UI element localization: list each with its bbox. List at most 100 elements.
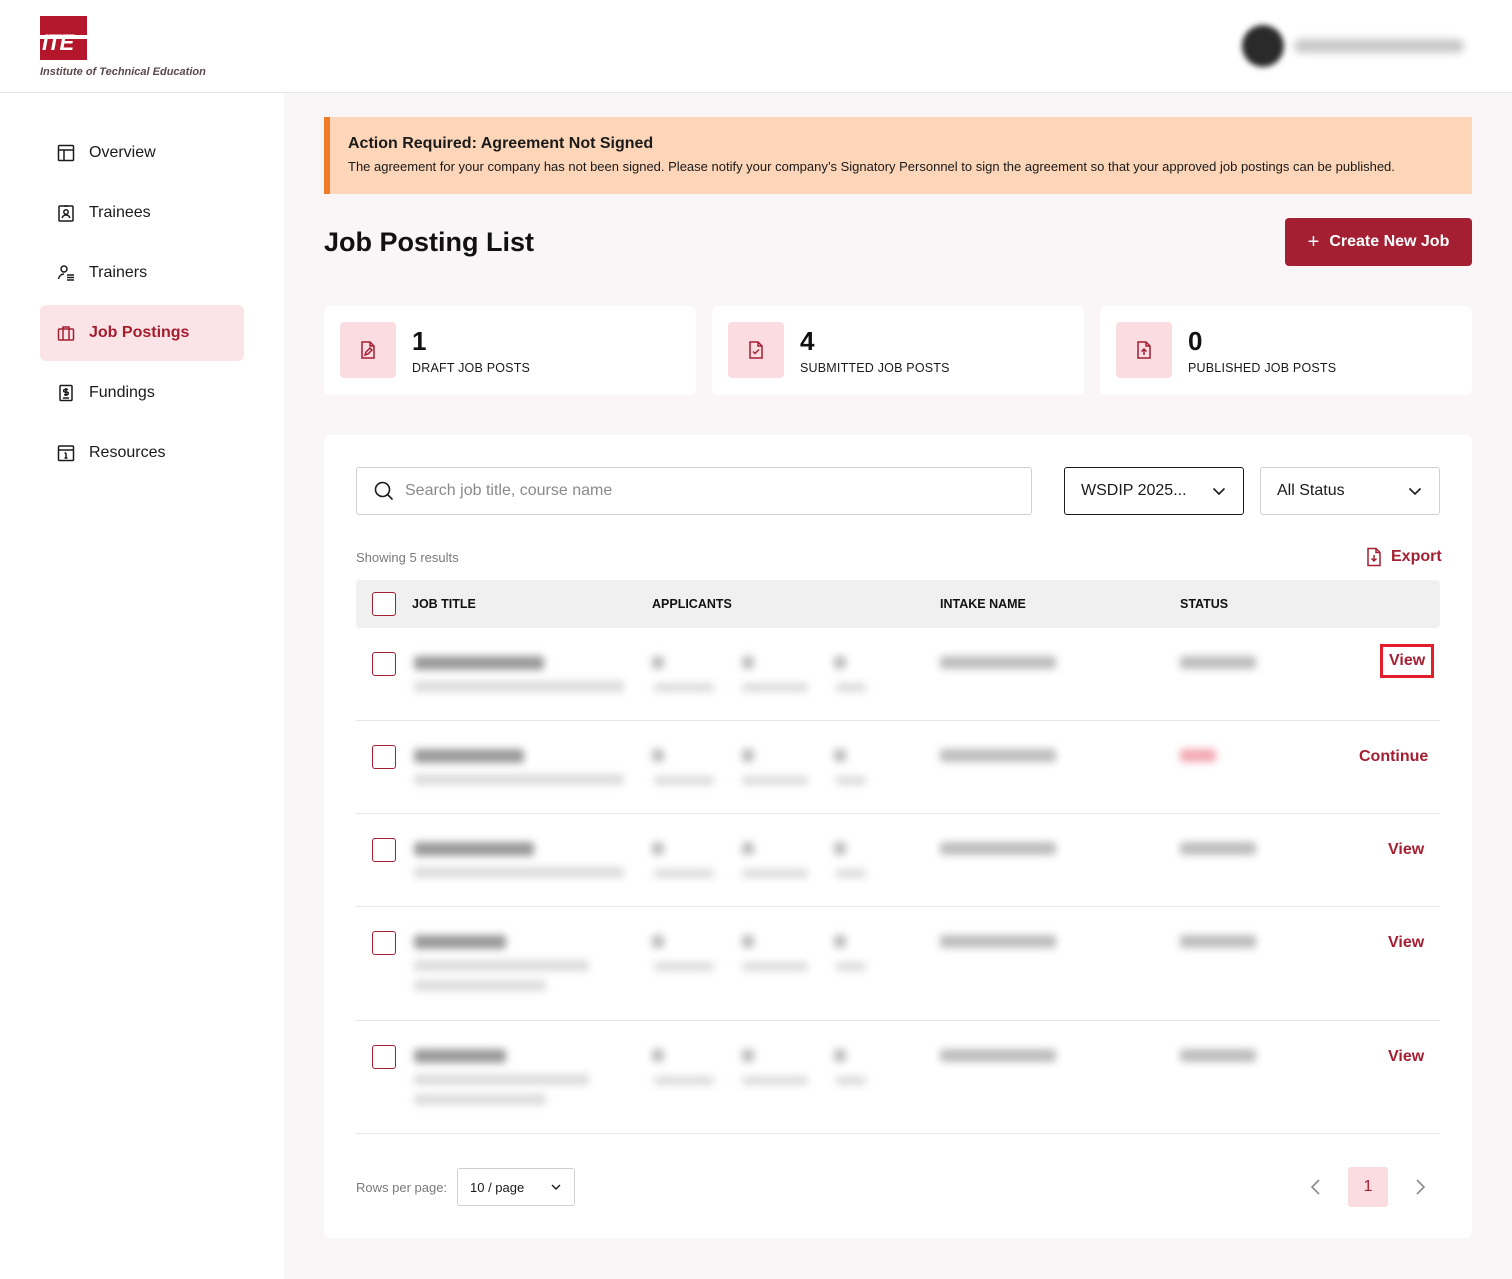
agreement-alert: Action Required: Agreement Not Signed Th…: [324, 117, 1472, 194]
chevron-down-icon: [1408, 487, 1422, 496]
status-redacted: [1180, 1049, 1256, 1062]
export-label: Export: [1391, 548, 1442, 565]
status-select[interactable]: All Status: [1260, 467, 1440, 515]
hired-caption-redacted: [836, 683, 866, 692]
dollar-document-icon: [59, 384, 73, 402]
table-row[interactable]: View: [356, 1021, 1440, 1133]
row-checkbox[interactable]: [372, 1045, 396, 1069]
job-list-card: Search job title, course name WSDIP 2025…: [324, 435, 1472, 1238]
column-header-applicants[interactable]: APPLICANTS: [652, 597, 732, 611]
rows-per-page-select[interactable]: 10 / page: [457, 1168, 575, 1206]
applicants-caption-redacted: [654, 1076, 714, 1085]
sidebar-item-resources[interactable]: Resources: [40, 425, 244, 481]
status-select-value: All Status: [1277, 482, 1345, 499]
hired-redacted: [834, 935, 846, 948]
alert-title: Action Required: Agreement Not Signed: [348, 135, 654, 152]
continue-button[interactable]: Continue: [1359, 748, 1428, 766]
edit-document-icon: [340, 322, 396, 378]
course-name-redacted: [414, 1074, 589, 1085]
search-placeholder: Search job title, course name: [405, 482, 613, 499]
results-count: Showing 5 results: [356, 550, 459, 565]
chevron-left-icon: [1310, 1179, 1320, 1195]
view-button[interactable]: View: [1388, 1048, 1424, 1066]
hired-redacted: [834, 749, 846, 762]
applicants-caption-redacted: [654, 962, 714, 971]
table-row[interactable]: Continue: [356, 721, 1440, 814]
intake-name-redacted: [940, 935, 1056, 948]
search-icon: [374, 481, 394, 501]
intake-name-redacted: [940, 842, 1056, 855]
sidebar-item-label: Job Postings: [89, 324, 190, 341]
ite-logo[interactable]: ITE Institute of Technical Education: [40, 16, 206, 78]
create-new-job-button[interactable]: + Create New Job: [1285, 218, 1472, 266]
stat-label: PUBLISHED JOB POSTS: [1188, 361, 1337, 375]
view-button[interactable]: View: [1388, 934, 1424, 952]
page-title: Job Posting List: [324, 227, 535, 257]
main-content: Action Required: Agreement Not Signed Th…: [284, 93, 1512, 1279]
stat-card-draft: 1 DRAFT JOB POSTS: [324, 306, 696, 395]
intake-name-redacted: [940, 656, 1056, 669]
stat-card-submitted: 4 SUBMITTED JOB POSTS: [712, 306, 1084, 395]
row-checkbox[interactable]: [372, 931, 396, 955]
sidebar-item-trainers[interactable]: Trainers: [40, 245, 244, 301]
page-number-current[interactable]: 1: [1348, 1167, 1388, 1207]
table-footer-divider: [356, 1133, 1440, 1134]
intake-name-redacted: [940, 1049, 1056, 1062]
job-title-redacted: [414, 935, 506, 949]
status-redacted: [1180, 935, 1256, 948]
check-document-icon: [728, 322, 784, 378]
upload-document-icon: [1116, 322, 1172, 378]
table-row[interactable]: View: [356, 814, 1440, 907]
next-page-button[interactable]: [1408, 1173, 1432, 1206]
table-row[interactable]: View: [356, 907, 1440, 1021]
stat-value: 1: [412, 326, 427, 356]
export-button[interactable]: Export: [1365, 547, 1442, 567]
applicants-redacted: [652, 935, 664, 948]
table-row[interactable]: View: [356, 628, 1440, 721]
applicants-redacted: [652, 1049, 664, 1062]
sidebar-item-label: Trainers: [89, 264, 148, 281]
briefcase-icon: [57, 326, 75, 341]
sidebar-item-fundings[interactable]: Fundings: [40, 365, 244, 421]
row-checkbox[interactable]: [372, 838, 396, 862]
chevron-down-icon: [551, 1184, 561, 1190]
previous-page-button[interactable]: [1304, 1173, 1328, 1206]
applicants-caption-redacted: [654, 869, 714, 878]
stat-label: SUBMITTED JOB POSTS: [800, 361, 950, 375]
top-bar: ITE Institute of Technical Education: [0, 0, 1512, 93]
hired-caption-redacted: [836, 962, 866, 971]
shortlisted-redacted: [742, 935, 754, 948]
search-input[interactable]: Search job title, course name: [356, 467, 1032, 515]
select-all-checkbox[interactable]: [372, 592, 396, 616]
course-name-redacted: [414, 681, 624, 692]
course-name-redacted: [414, 867, 624, 878]
layout-icon: [57, 144, 75, 162]
avatar: [1242, 25, 1284, 67]
column-header-job-title[interactable]: JOB TITLE: [412, 597, 476, 611]
intake-select[interactable]: WSDIP 2025...: [1064, 467, 1244, 515]
stat-label: DRAFT JOB POSTS: [412, 361, 531, 375]
user-menu[interactable]: [1242, 25, 1464, 67]
info-calendar-icon: [57, 445, 75, 462]
column-header-intake-name[interactable]: INTAKE NAME: [940, 597, 1026, 611]
view-button[interactable]: View: [1388, 841, 1424, 859]
row-checkbox[interactable]: [372, 745, 396, 769]
sidebar-item-job-postings[interactable]: Job Postings: [40, 305, 244, 361]
rows-per-page-label: Rows per page:: [356, 1180, 448, 1195]
sidebar-item-trainees[interactable]: Trainees: [40, 185, 244, 241]
shortlisted-caption-redacted: [742, 1076, 808, 1085]
view-button[interactable]: View: [1380, 644, 1435, 678]
column-header-status[interactable]: STATUS: [1180, 597, 1228, 611]
applicants-redacted: [652, 749, 664, 762]
create-new-job-label: Create New Job: [1329, 233, 1450, 250]
applicants-caption-redacted: [654, 776, 714, 785]
course-name-redacted: [414, 774, 624, 785]
hired-redacted: [834, 842, 846, 855]
alert-body: The agreement for your company has not b…: [348, 159, 1395, 174]
row-checkbox[interactable]: [372, 652, 396, 676]
intake-name-redacted: [940, 749, 1056, 762]
sidebar-item-overview[interactable]: Overview: [40, 125, 244, 181]
job-title-redacted: [414, 656, 544, 670]
status-redacted: [1180, 842, 1256, 855]
sidebar-item-label: Resources: [89, 444, 166, 461]
